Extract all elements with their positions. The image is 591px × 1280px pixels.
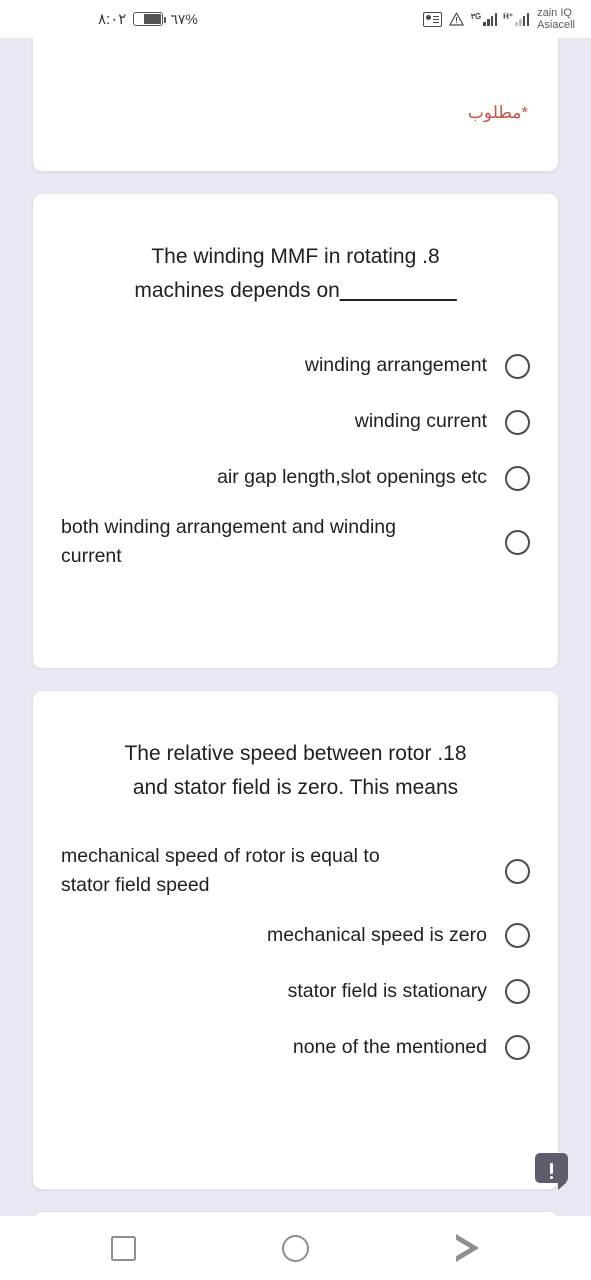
- battery-percent-label: ٦٧%: [170, 10, 198, 27]
- android-navigation-bar: [0, 1216, 591, 1280]
- carrier-label-1: zain IQ: [537, 6, 572, 19]
- battery-fill: [143, 14, 162, 24]
- circle-icon: [282, 1234, 309, 1262]
- signal-bars: [483, 12, 498, 26]
- required-note: *مطلوب: [467, 103, 528, 122]
- option-label: winding current: [354, 410, 487, 433]
- home-button[interactable]: [269, 1221, 323, 1275]
- warning-triangle-icon: [448, 12, 464, 26]
- option-label: both winding arrangement and winding cur…: [61, 516, 396, 568]
- option-row[interactable]: both winding arrangement and winding cur…: [59, 506, 532, 579]
- quiz-scroll-area[interactable]: Answer Only Twenty Questions *مطلوب The …: [0, 0, 591, 1280]
- question-card-18: The relative speed between rotor .18 and…: [32, 690, 559, 1190]
- radio-button-icon[interactable]: [505, 529, 530, 555]
- status-bar-right: ٣G H⁺ zain IQ Asiacell: [422, 7, 575, 32]
- question-text: The relative speed between rotor .18 and…: [59, 691, 532, 835]
- radio-button-icon[interactable]: [505, 353, 530, 379]
- square-icon: [111, 1235, 136, 1261]
- status-bar: ٨:٠٢ ٦٧% ٣G H⁺ zain IQ Asiacell: [0, 0, 591, 38]
- question-line-2: and stator field is zero. This means: [132, 776, 459, 800]
- option-list: mechanical speed of rotor is equal to st…: [59, 835, 532, 1076]
- option-row[interactable]: winding current: [59, 394, 532, 450]
- radio-button-icon[interactable]: [505, 465, 530, 491]
- option-row[interactable]: mechanical speed of rotor is equal to st…: [59, 835, 532, 908]
- question-line-1: The relative speed between rotor .18: [124, 742, 467, 765]
- radio-button-icon[interactable]: [505, 1035, 530, 1061]
- option-label: mechanical speed of rotor is equal to st…: [61, 845, 380, 897]
- battery-icon: [133, 12, 167, 26]
- radio-button-icon[interactable]: [505, 858, 530, 884]
- option-row[interactable]: air gap length,slot openings etc: [59, 450, 532, 506]
- triangle-right-icon: [453, 1234, 479, 1262]
- signal-bars: [515, 12, 530, 26]
- phone-screen: Answer Only Twenty Questions *مطلوب The …: [0, 0, 591, 1280]
- question-line-2: __________machines depends on: [63, 274, 528, 308]
- radio-button-icon[interactable]: [505, 409, 530, 435]
- radio-button-icon[interactable]: [505, 979, 530, 1005]
- question-blank: __________: [339, 279, 457, 303]
- network-type-label-2: H⁺: [503, 12, 514, 21]
- question-card-8: The winding MMF in rotating .8 _________…: [32, 193, 559, 669]
- option-label: mechanical speed is zero: [266, 923, 487, 946]
- network-type-label-1: ٣G: [470, 12, 482, 21]
- signal-hplus-icon: H⁺: [503, 12, 530, 26]
- option-list: winding arrangement winding current air …: [59, 338, 532, 579]
- option-label: winding arrangement: [304, 354, 487, 377]
- clock-label: ٨:٠٢: [98, 11, 127, 28]
- radio-button-icon[interactable]: [505, 923, 530, 949]
- option-row[interactable]: none of the mentioned: [59, 1020, 532, 1076]
- option-label: none of the mentioned: [292, 1035, 487, 1058]
- question-line-1: The winding MMF in rotating .8: [151, 245, 440, 268]
- option-row[interactable]: winding arrangement: [59, 338, 532, 394]
- option-row[interactable]: mechanical speed is zero: [59, 908, 532, 964]
- option-row[interactable]: stator field is stationary: [59, 964, 532, 1020]
- exclamation-mark: [550, 1162, 553, 1179]
- back-button[interactable]: [441, 1221, 495, 1275]
- option-label: air gap length,slot openings etc: [217, 466, 487, 489]
- question-text: The winding MMF in rotating .8 _________…: [59, 194, 532, 338]
- carrier-label-2: Asiacell: [537, 19, 575, 31]
- status-bar-left: ٨:٠٢ ٦٧%: [16, 10, 198, 29]
- question-line-2-text: machines depends on: [134, 279, 340, 303]
- contact-card-icon: [422, 11, 442, 27]
- carrier-labels: zain IQ Asiacell: [537, 7, 575, 32]
- recents-button[interactable]: [97, 1221, 151, 1275]
- signal-3g-icon: ٣G: [470, 12, 498, 26]
- exclamation-bubble-icon[interactable]: [535, 1153, 568, 1190]
- option-label: stator field is stationary: [287, 979, 487, 1002]
